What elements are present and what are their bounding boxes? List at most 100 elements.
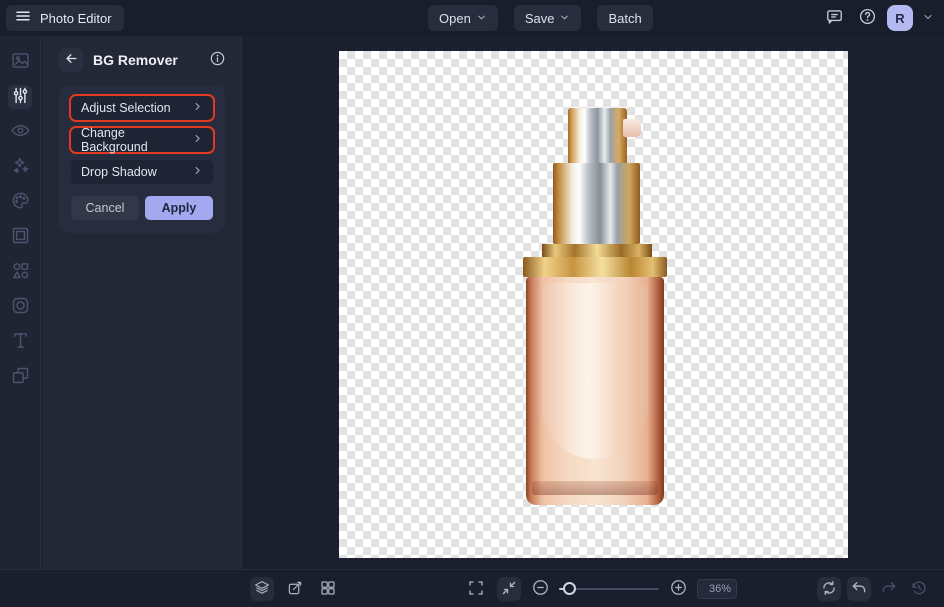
account-menu-button[interactable]: [920, 5, 936, 31]
layers-button[interactable]: [250, 577, 274, 601]
bottle-inner-liquid: [542, 283, 648, 459]
chevron-right-icon: [192, 163, 203, 181]
fit-screen-icon: [500, 579, 518, 600]
main-menu-button[interactable]: Photo Editor: [6, 5, 124, 31]
grid-icon: [319, 579, 337, 600]
drop-shadow-row[interactable]: Drop Shadow: [71, 160, 213, 184]
zoom-level-input[interactable]: 36%: [697, 579, 737, 599]
effects-tool-button[interactable]: [8, 155, 32, 179]
duplicate-tool-button[interactable]: [8, 365, 32, 389]
redo-icon: [880, 579, 898, 600]
bottle-collar: [553, 163, 640, 244]
eye-icon: [10, 120, 31, 144]
chat-icon: [825, 7, 844, 29]
chevron-down-icon: [476, 11, 487, 26]
text-icon: [10, 330, 31, 354]
fit-screen-button[interactable]: [497, 577, 521, 601]
info-icon: [209, 50, 226, 70]
workspace: [243, 36, 944, 569]
fullscreen-button[interactable]: [464, 577, 488, 601]
hamburger-menu-icon: [14, 7, 32, 30]
avatar[interactable]: R: [887, 5, 913, 31]
zoom-in-button[interactable]: [668, 577, 688, 601]
panel-actions: Cancel Apply: [71, 196, 213, 220]
draw-tool-button[interactable]: [8, 190, 32, 214]
batch-button[interactable]: Batch: [597, 5, 652, 31]
panel-header: BG Remover: [59, 48, 227, 72]
adjust-sliders-icon: [10, 85, 31, 109]
top-bar: Photo Editor Open Save Batch: [0, 0, 944, 36]
help-button[interactable]: [854, 5, 880, 31]
chevron-right-icon: [192, 99, 203, 117]
cancel-button[interactable]: Cancel: [71, 196, 139, 220]
bg-remover-panel: BG Remover Adjust Selection Change Backg…: [42, 36, 242, 569]
undo-button[interactable]: [847, 577, 871, 601]
adjust-tool-button[interactable]: [8, 85, 32, 109]
filter-icon: [10, 295, 31, 319]
panel-title: BG Remover: [93, 52, 178, 68]
help-icon: [858, 7, 877, 29]
bg-remover-options-card: Adjust Selection Change Background Drop …: [59, 85, 225, 233]
view-toggles: [250, 577, 340, 601]
product-bottle-image[interactable]: [523, 108, 667, 505]
change-background-label: Change Background: [81, 126, 192, 154]
frame-icon: [10, 225, 31, 249]
sparkles-icon: [10, 155, 31, 179]
save-button-label: Save: [525, 11, 555, 26]
chevron-right-icon: [192, 131, 203, 149]
account-area: R: [821, 5, 936, 31]
zoom-out-icon: [531, 578, 550, 600]
bottle-body: [526, 277, 664, 505]
preview-button[interactable]: [283, 577, 307, 601]
elements-tool-button[interactable]: [8, 260, 32, 284]
zoom-slider[interactable]: [559, 577, 659, 601]
bottle-gold-plate: [542, 244, 652, 257]
zoom-slider-handle[interactable]: [563, 582, 576, 595]
bottle-pump: [568, 108, 627, 165]
retouch-tool-button[interactable]: [8, 120, 32, 144]
chevron-down-icon: [922, 11, 934, 26]
undo-icon: [850, 579, 868, 600]
zoom-controls: 36%: [464, 577, 737, 601]
chevron-down-icon: [559, 11, 570, 26]
reset-button[interactable]: [817, 577, 841, 601]
back-button[interactable]: [59, 48, 83, 72]
batch-button-label: Batch: [608, 11, 641, 26]
palette-icon: [10, 190, 31, 214]
shapes-icon: [10, 260, 31, 284]
history-icon: [910, 579, 928, 600]
drop-shadow-label: Drop Shadow: [81, 165, 157, 179]
change-background-row[interactable]: Change Background: [71, 128, 213, 152]
info-button[interactable]: [207, 50, 227, 70]
redo-button[interactable]: [877, 577, 901, 601]
avatar-initial: R: [895, 11, 904, 26]
adjust-selection-label: Adjust Selection: [81, 101, 171, 115]
bottle-gold-band: [523, 257, 667, 277]
arrow-left-icon: [64, 51, 79, 69]
duplicate-icon: [10, 365, 31, 389]
open-button-label: Open: [439, 11, 471, 26]
text-tool-button[interactable]: [8, 330, 32, 354]
frame-tool-button[interactable]: [8, 225, 32, 249]
save-button[interactable]: Save: [514, 5, 582, 31]
zoom-slider-track: [571, 588, 659, 590]
zoom-out-button[interactable]: [530, 577, 550, 601]
fullscreen-icon: [467, 579, 485, 600]
grid-view-button[interactable]: [316, 577, 340, 601]
history-button[interactable]: [907, 577, 931, 601]
app-title: Photo Editor: [40, 11, 112, 26]
layers-icon: [253, 579, 271, 600]
open-button[interactable]: Open: [428, 5, 498, 31]
file-actions: Open Save Batch: [428, 5, 653, 31]
refresh-icon: [820, 579, 838, 600]
bottom-bar: 36%: [0, 569, 944, 607]
filter-tool-button[interactable]: [8, 295, 32, 319]
apply-button[interactable]: Apply: [145, 196, 213, 220]
history-controls: [817, 577, 931, 601]
photo-editor-app: Photo Editor Open Save Batch: [0, 0, 944, 607]
image-tool-button[interactable]: [8, 50, 32, 74]
zoom-in-icon: [669, 578, 688, 600]
image-canvas[interactable]: [339, 51, 848, 558]
adjust-selection-row[interactable]: Adjust Selection: [71, 96, 213, 120]
feedback-chat-button[interactable]: [821, 5, 847, 31]
